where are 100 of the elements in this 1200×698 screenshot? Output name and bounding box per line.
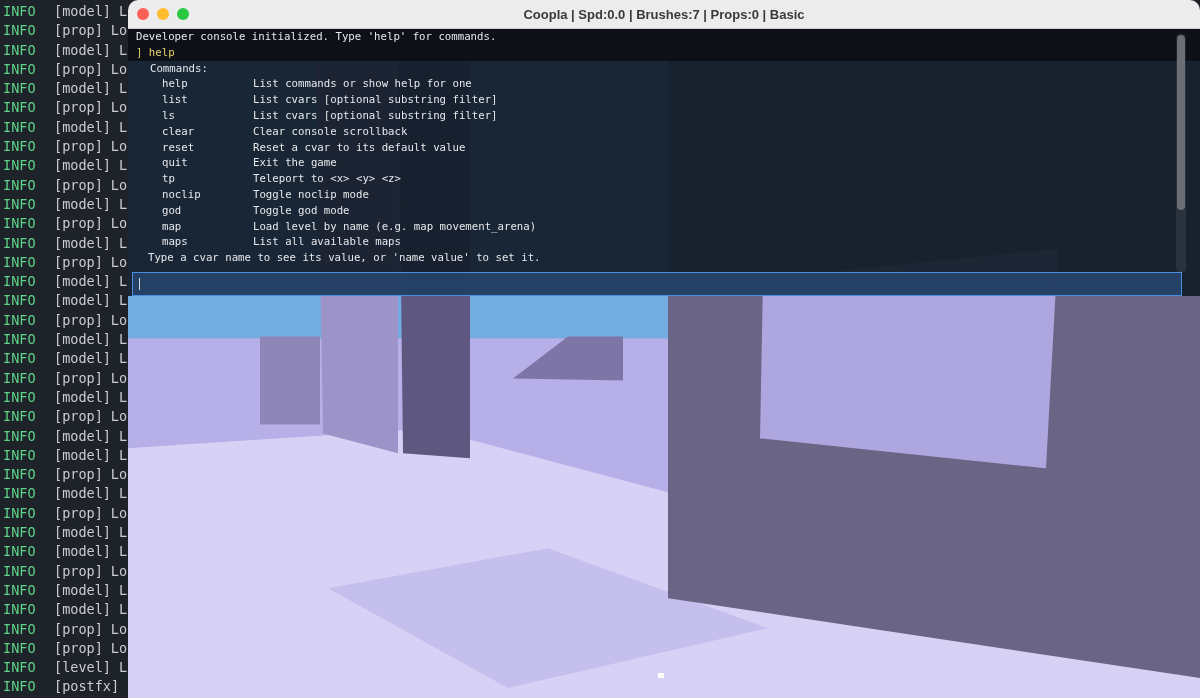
command-description: List cvars [optional substring filter] <box>253 92 498 108</box>
log-text: L <box>118 79 128 99</box>
log-tag: [prop] <box>54 137 103 157</box>
log-text: L <box>118 658 128 678</box>
minimize-icon[interactable] <box>157 8 169 20</box>
log-text: Lo <box>110 310 128 330</box>
log-text: L <box>118 484 128 504</box>
log-text: Lo <box>110 368 128 388</box>
command-description: Exit the game <box>253 155 337 172</box>
log-tag: [model] <box>54 523 111 543</box>
log-level: INFO <box>2 175 37 195</box>
log-tag: [prop] <box>54 368 103 388</box>
log-text: L <box>118 600 128 620</box>
command-name: maps <box>161 234 189 251</box>
command-description: Toggle god mode <box>253 202 350 219</box>
log-tag: [model] <box>54 272 111 292</box>
log-tag: [model] <box>54 2 111 22</box>
log-tag: [model] <box>54 484 111 504</box>
command-description: List all available maps <box>253 234 401 251</box>
command-description: List cvars [optional substring filter] <box>253 108 498 124</box>
log-level: INFO <box>2 349 37 369</box>
log-tag: [model] <box>54 600 111 620</box>
command-name: help <box>161 76 189 93</box>
log-text: Lo <box>110 407 128 427</box>
log-tag: [model] <box>54 233 111 253</box>
log-text: Lo <box>110 175 128 195</box>
log-text: L <box>118 542 128 562</box>
log-level: INFO <box>2 21 37 41</box>
scrollbar-thumb[interactable] <box>1177 34 1185 210</box>
log-tag: [prop] <box>54 619 103 639</box>
log-level: INFO <box>2 426 37 446</box>
log-tag: [model] <box>54 349 111 369</box>
command-name: reset <box>161 139 196 156</box>
log-tag: [model] <box>54 330 111 350</box>
log-level: INFO <box>2 117 37 137</box>
log-tag: [level] <box>54 658 111 678</box>
window-title: Coopla | Spd:0.0 | Brushes:7 | Props:0 | Basic <box>523 6 805 22</box>
console-heading: Commands: <box>149 60 208 77</box>
log-text: Lo <box>110 59 128 79</box>
log-text: Lo <box>110 638 128 658</box>
log-tag: [prop] <box>54 503 103 523</box>
log-text: L <box>118 291 128 311</box>
log-level: INFO <box>2 156 37 176</box>
log-level: INFO <box>2 638 37 658</box>
log-tag: [model] <box>54 291 111 311</box>
log-level: INFO <box>2 465 37 485</box>
log-text: Lo <box>110 98 128 118</box>
log-level: INFO <box>2 291 37 311</box>
log-text: L <box>118 426 128 446</box>
log-tag: [model] <box>54 194 111 215</box>
log-text: Lo <box>110 137 128 157</box>
log-level: INFO <box>2 98 37 118</box>
log-tag: [prop] <box>54 252 103 273</box>
log-tag: [model] <box>54 117 111 138</box>
log-level: INFO <box>2 677 37 697</box>
log-level: INFO <box>2 523 37 542</box>
close-icon[interactable] <box>137 8 149 20</box>
command-name: god <box>161 202 183 219</box>
log-text: L <box>118 272 128 292</box>
log-level: INFO <box>2 194 37 214</box>
log-level: INFO <box>2 214 37 234</box>
log-level: INFO <box>2 252 37 272</box>
input-field[interactable] <box>132 272 1182 296</box>
log-text: L <box>118 445 128 465</box>
command-description: Reset a cvar to its default value <box>253 139 466 156</box>
log-text: L <box>118 194 128 214</box>
command-description: Load level by name (e.g. map movement_arena) <box>253 218 537 235</box>
log-tag: [prop] <box>54 407 103 427</box>
maximize-icon[interactable] <box>177 8 189 20</box>
log-tag: [prop] <box>54 21 103 41</box>
log-text: L <box>118 580 128 600</box>
log-text: Lo <box>110 465 128 485</box>
log-level: INFO <box>2 580 37 600</box>
log-level: INFO <box>2 561 37 581</box>
command-name: map <box>161 218 183 235</box>
log-text: Lo <box>110 619 128 639</box>
log-text: L <box>118 387 128 407</box>
log-level: INFO <box>2 503 37 523</box>
log-level: INFO <box>2 445 37 465</box>
log-level: INFO <box>2 137 37 157</box>
log-text: L <box>118 156 128 176</box>
command-name: quit <box>161 155 189 172</box>
log-tag: [model] <box>54 542 111 562</box>
log-text: Lo <box>110 252 128 272</box>
log-tag: [prop] <box>54 59 103 80</box>
log-tag: [prop] <box>54 98 103 118</box>
log-text: L <box>118 2 128 21</box>
log-text: Lo <box>110 503 128 523</box>
command-name: tp <box>161 171 176 187</box>
log-tag: [model] <box>54 445 111 466</box>
command-name: list <box>161 92 189 108</box>
scrollbar[interactable] <box>1176 32 1186 273</box>
log-text: Lo <box>110 561 128 581</box>
log-text: L <box>118 233 128 253</box>
log-tag: [prop] <box>54 638 103 659</box>
log-tag: [model] <box>54 580 111 601</box>
command-description: Clear console scrollback <box>253 123 408 140</box>
log-level: INFO <box>2 272 37 292</box>
log-tag: [prop] <box>54 175 103 195</box>
log-level: INFO <box>2 59 37 79</box>
